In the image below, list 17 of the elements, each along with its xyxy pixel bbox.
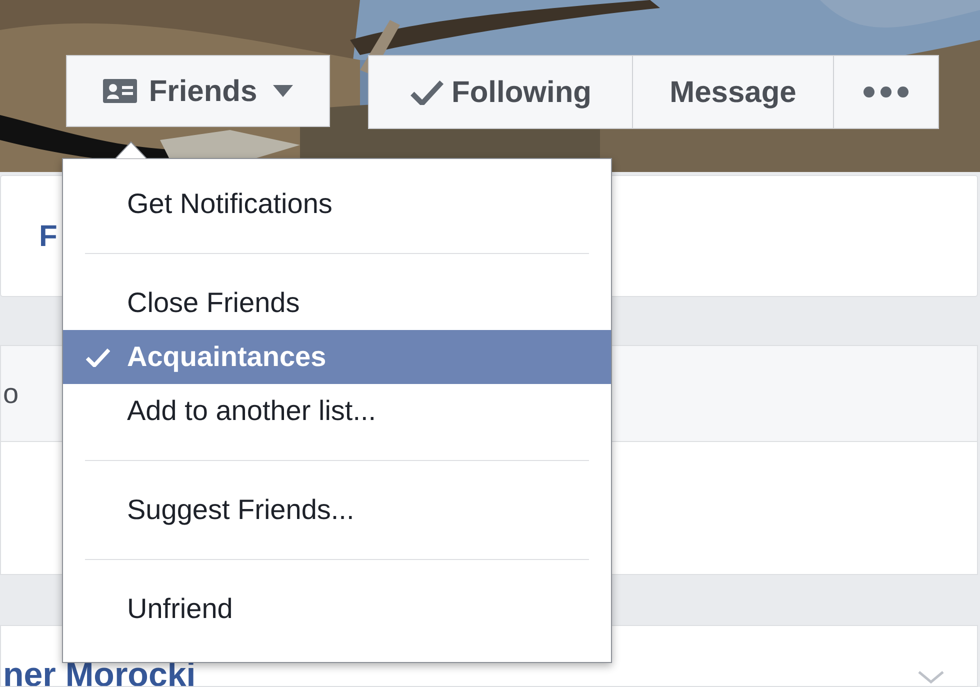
check-icon [86, 347, 110, 367]
menu-item[interactable]: Get Notifications [63, 177, 611, 231]
more-button[interactable] [833, 56, 938, 128]
following-button[interactable]: Following [369, 56, 632, 128]
menu-item[interactable]: Suggest Friends... [63, 483, 611, 537]
card-header-text: o [3, 376, 19, 410]
caret-icon [273, 85, 294, 97]
menu-item[interactable]: Unfriend [63, 582, 611, 636]
contact-card-icon [102, 79, 137, 103]
more-icon [863, 86, 909, 98]
menu-item[interactable]: Acquaintances [63, 330, 611, 384]
friends-button[interactable]: Friends [66, 55, 330, 127]
message-button[interactable]: Message [632, 56, 833, 128]
menu-item[interactable]: Close Friends [63, 276, 611, 330]
chevron-down-icon [917, 670, 945, 684]
card-title: F [39, 218, 58, 254]
menu-item[interactable]: Add to another list... [63, 384, 611, 438]
